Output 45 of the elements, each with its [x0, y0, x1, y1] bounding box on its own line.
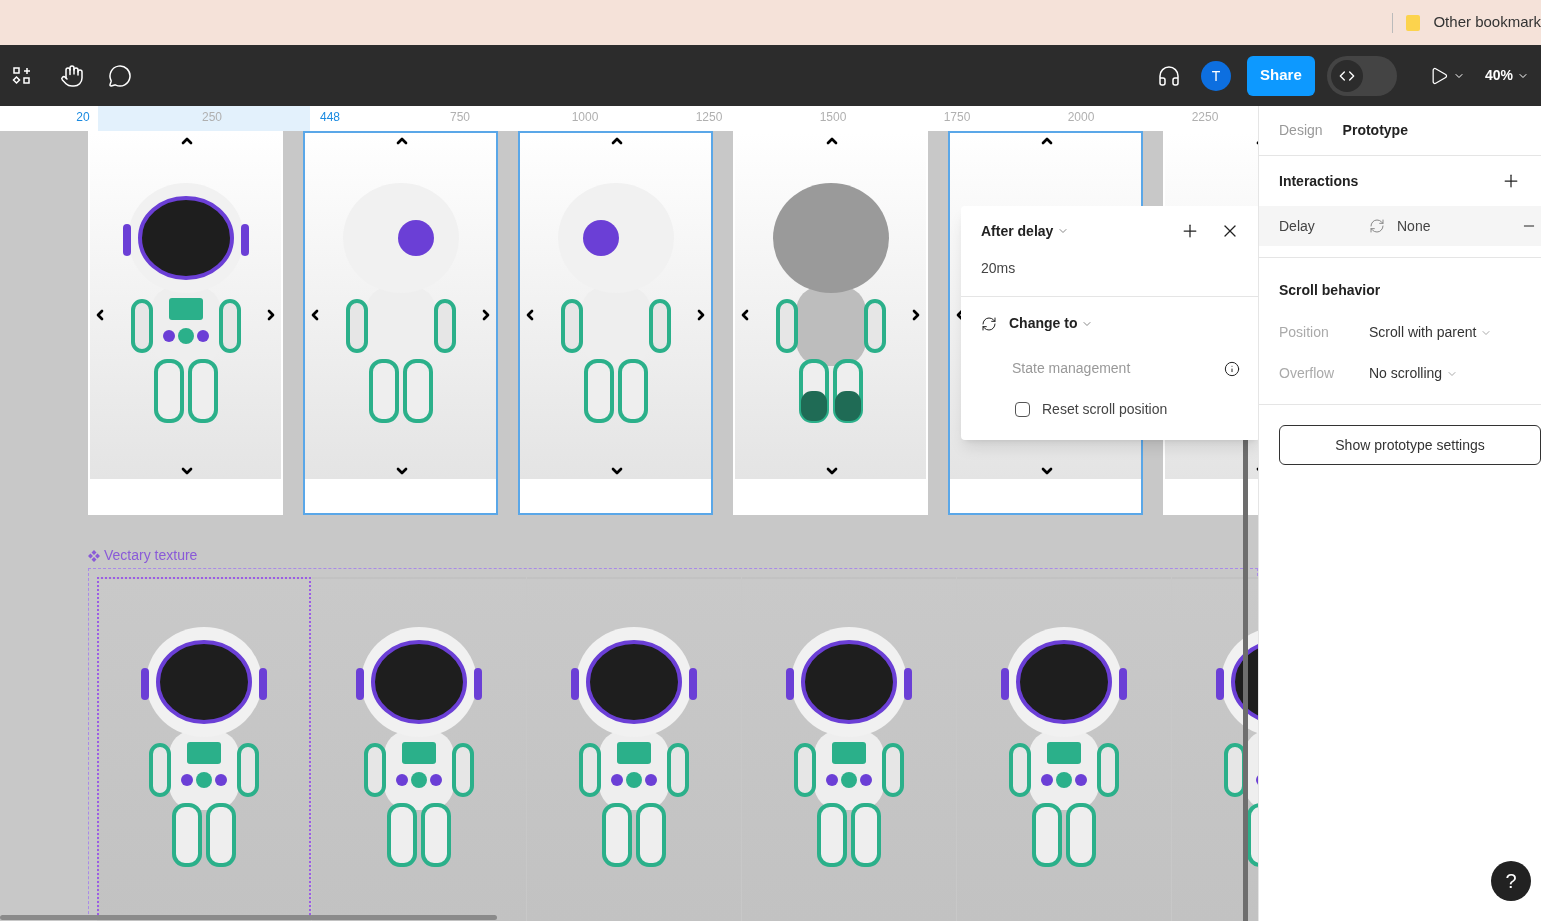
ruler-mark: 750 [450, 109, 470, 126]
swap-icon [981, 315, 997, 332]
trigger-label: Delay [1279, 216, 1316, 236]
ruler-mark: 1750 [943, 109, 971, 126]
shapes-icon[interactable] [12, 65, 32, 86]
ruler-mark: 2250 [1191, 109, 1219, 126]
interaction-row[interactable]: Delay None [1259, 206, 1541, 246]
checkbox-label: Reset scroll position [1042, 400, 1168, 419]
frame[interactable] [88, 131, 283, 515]
headphones-icon[interactable] [1156, 63, 1181, 88]
component-icon [88, 549, 100, 562]
property-dropdown[interactable]: Scroll with parent [1369, 322, 1477, 343]
folder-icon [1405, 13, 1422, 32]
bookmark-link[interactable]: Other bookmark [1433, 11, 1541, 34]
prototype-settings-button[interactable]: Show prototype settings [1279, 425, 1541, 465]
ruler-mark: 1000 [571, 109, 599, 126]
ruler-mark: 2000 [1067, 109, 1095, 126]
user-avatar[interactable]: T [1200, 60, 1231, 91]
property-dropdown[interactable]: No scrolling [1369, 363, 1443, 384]
ruler-mark: 448 [320, 109, 340, 126]
property-label: Position [1279, 323, 1330, 342]
component-instance[interactable] [97, 577, 311, 921]
ruler-mark: 1500 [819, 109, 847, 126]
trigger-dropdown[interactable]: After delay [981, 220, 1054, 242]
section-heading: Scroll behavior [1279, 282, 1381, 298]
action-value: None [1397, 216, 1432, 236]
section-heading: Interactions [1279, 171, 1360, 191]
property-label: Overflow [1279, 364, 1336, 383]
help-button[interactable]: ? [1491, 861, 1531, 901]
info-icon[interactable] [1224, 360, 1240, 377]
panel-tab[interactable]: Prototype [1342, 120, 1408, 141]
delay-value[interactable]: 20ms [981, 260, 1016, 276]
dev-mode-toggle[interactable] [1326, 55, 1397, 96]
comment-icon[interactable] [108, 63, 132, 88]
swap-icon [1369, 218, 1385, 234]
component-instance[interactable] [312, 577, 526, 921]
zoom-level[interactable]: 40% [1484, 65, 1513, 86]
action-dropdown[interactable]: Change to [1009, 313, 1078, 334]
hand-icon[interactable] [60, 63, 84, 88]
ruler-mark: 250 [202, 109, 222, 126]
section-label: State management [1012, 359, 1132, 378]
ruler-mark: 1250 [695, 109, 723, 126]
checkbox[interactable] [1015, 402, 1030, 417]
ruler-mark: 20 [76, 109, 90, 126]
horizontal-scrollbar[interactable] [0, 915, 497, 920]
